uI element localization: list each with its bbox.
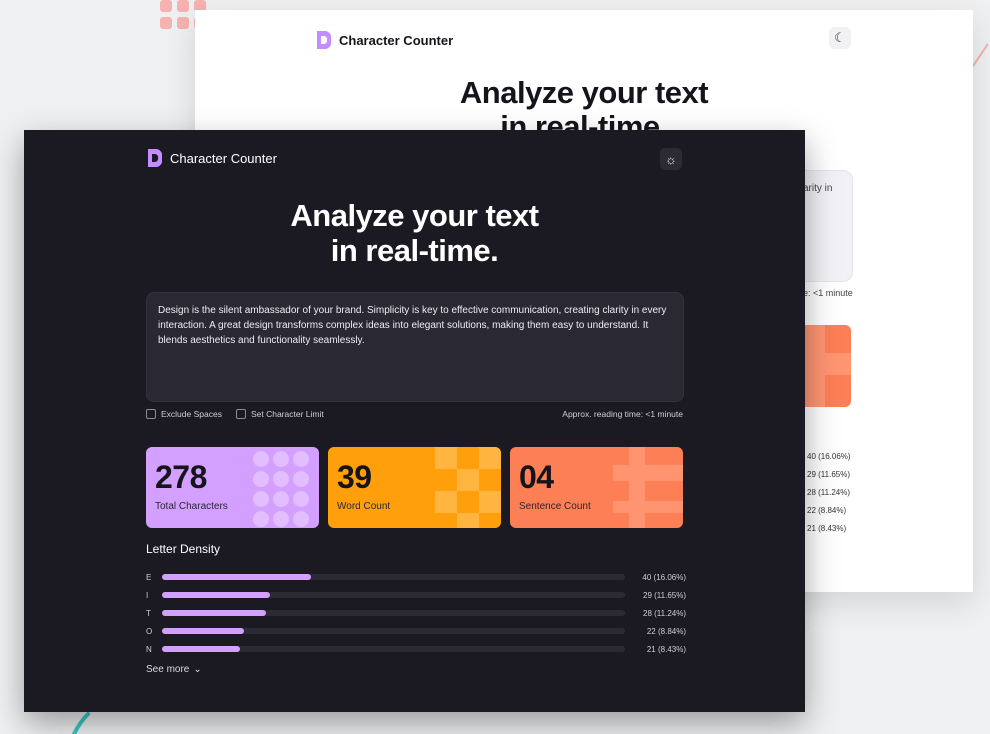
density-value: 28 (11.24%)	[643, 608, 686, 618]
word-count-card: 39 Word Count	[328, 447, 501, 528]
total-characters-value: 278	[155, 459, 207, 495]
density-value: 21 (8.43%)	[807, 524, 847, 533]
density-row: E 40 (16.06%)	[146, 568, 686, 586]
card-pattern	[613, 447, 683, 528]
density-track	[162, 592, 625, 598]
hero-title: Analyze your text in real-time.	[24, 198, 805, 268]
density-letter: T	[146, 608, 151, 618]
sentence-count-card: 04 Sentence Count	[510, 447, 683, 528]
density-value: 40 (16.06%)	[807, 452, 851, 461]
density-value: 29 (11.65%)	[643, 590, 686, 600]
density-letter: E	[146, 572, 152, 582]
checkbox-icon	[235, 409, 246, 419]
hero-line-1: Analyze your text	[459, 75, 709, 110]
total-characters-label: Total Characters	[155, 501, 228, 512]
card-pattern	[435, 447, 501, 528]
exclude-spaces-label: Exclude Spaces	[161, 409, 222, 419]
dark-theme-window: Character Counter ☼ Analyze your text in…	[24, 130, 805, 712]
density-value: 22 (8.84%)	[807, 506, 847, 515]
density-letter: I	[146, 590, 149, 600]
decor-line-bottom	[72, 712, 90, 734]
density-value: 22 (8.84%)	[646, 626, 686, 636]
density-bar	[162, 610, 267, 616]
letter-density-title: Letter Density	[146, 542, 221, 556]
density-row: O 22 (8.84%)	[146, 622, 686, 640]
logo-icon	[317, 31, 331, 49]
brand-name: Character Counter	[339, 32, 454, 48]
density-track	[162, 628, 625, 634]
word-count-label: Word Count	[337, 501, 391, 512]
theme-toggle-button[interactable]: ☼	[660, 148, 682, 170]
options-row: Exclude Spaces Set Character Limit	[146, 409, 324, 419]
density-track	[162, 610, 625, 616]
stats-cards: 278 Total Characters 39 Word Count 04 Se…	[146, 447, 683, 528]
total-characters-card: 278 Total Characters	[146, 447, 319, 528]
hero-line-2: in real-time.	[330, 233, 499, 268]
hero-line-1: Analyze your text	[290, 198, 539, 233]
density-track	[162, 574, 625, 580]
see-more-label: See more	[146, 664, 190, 675]
reading-time: Approx. reading time: <1 minute	[562, 409, 683, 419]
reading-time-peek: e: <1 minute	[803, 288, 853, 298]
density-bar	[162, 574, 311, 580]
letter-density-list: E 40 (16.06%) I 29 (11.65%) T 28 (11.24%…	[146, 568, 686, 658]
brand-name: Character Counter	[170, 150, 277, 166]
word-count-value: 39	[337, 459, 372, 495]
checkbox-icon	[146, 409, 156, 419]
see-more-button[interactable]: See more ⌄	[146, 664, 202, 675]
density-bar	[162, 646, 241, 652]
theme-toggle-button[interactable]: ☾	[829, 27, 851, 49]
light-logo[interactable]: Character Counter	[315, 30, 453, 50]
density-bar	[162, 628, 244, 634]
sentence-count-value: 04	[519, 459, 554, 495]
density-letter: O	[146, 626, 153, 636]
density-value: 21 (8.43%)	[646, 644, 686, 654]
density-bar	[162, 592, 270, 598]
set-limit-label: Set Character Limit	[250, 409, 324, 419]
density-value: 40 (16.06%)	[642, 572, 686, 582]
set-character-limit-checkbox[interactable]: Set Character Limit	[235, 409, 324, 419]
logo-icon	[148, 149, 162, 167]
card-pattern	[253, 451, 309, 527]
sun-icon: ☼	[665, 151, 677, 167]
chevron-down-icon: ⌄	[193, 664, 202, 675]
density-letter: N	[146, 644, 152, 654]
text-input-peek: arity in	[803, 183, 833, 194]
density-value: 28 (11.24%)	[807, 488, 850, 497]
density-track	[162, 646, 625, 652]
density-values-peek: 40 (16.06%) 29 (11.65%) 28 (11.24%) 22 (…	[807, 448, 851, 538]
density-row: T 28 (11.24%)	[146, 604, 686, 622]
density-row: I 29 (11.65%)	[146, 586, 686, 604]
sentence-count-label: Sentence Count	[519, 501, 591, 512]
density-value: 29 (11.65%)	[807, 470, 850, 479]
moon-icon: ☾	[834, 30, 846, 45]
exclude-spaces-checkbox[interactable]: Exclude Spaces	[146, 409, 222, 419]
text-input[interactable]: Design is the silent ambassador of your …	[146, 292, 684, 402]
density-row: N 21 (8.43%)	[146, 640, 686, 658]
dark-logo[interactable]: Character Counter	[146, 148, 277, 168]
